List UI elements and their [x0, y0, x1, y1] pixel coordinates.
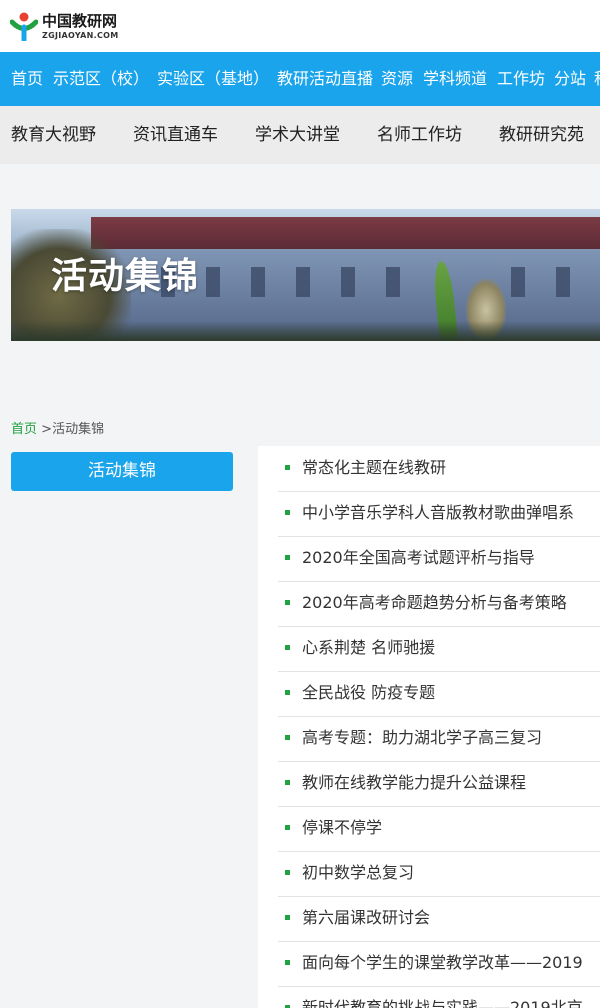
banner-title: 活动集锦: [51, 256, 200, 297]
list-item[interactable]: 全民战役 防疫专题: [278, 671, 600, 717]
banner-window: [341, 267, 355, 297]
list-item-title: 常态化主题在线教研: [302, 458, 447, 477]
sidebar-item-activities[interactable]: 活动集锦: [11, 452, 233, 491]
logo-title: 中国教研网: [42, 12, 118, 30]
list-item[interactable]: 2020年高考命题趋势分析与备考策略: [278, 581, 600, 627]
breadcrumb-home-link[interactable]: 首页: [11, 422, 37, 437]
banner-window: [386, 267, 400, 297]
site-header: 中国教研网 ZGJIAOYAN.COM: [0, 0, 600, 52]
list-item-title: 停课不停学: [302, 818, 383, 837]
bullet-icon: [285, 735, 290, 740]
list-item[interactable]: 高考专题：助力湖北学子高三复习: [278, 716, 600, 762]
list-item[interactable]: 教师在线教学能力提升公益课程: [278, 761, 600, 807]
nav-item-pilot-areas[interactable]: 实验区（基地）: [157, 52, 269, 106]
list-item[interactable]: 常态化主题在线教研: [278, 446, 600, 492]
list-item-title: 2020年高考命题趋势分析与备考策略: [302, 593, 567, 612]
sub-nav-item-research[interactable]: 教研研究苑: [499, 106, 584, 164]
list-item[interactable]: 2020年全国高考试题评析与指导: [278, 536, 600, 582]
list-item-title: 面向每个学生的课堂教学改革——2019: [302, 953, 583, 972]
bullet-icon: [285, 555, 290, 560]
sub-nav-item-lectures[interactable]: 学术大讲堂: [255, 106, 340, 164]
sub-nav: 教育大视野 资讯直通车 学术大讲堂 名师工作坊 教研研究苑: [0, 106, 600, 164]
bullet-icon: [285, 465, 290, 470]
list-item[interactable]: 面向每个学生的课堂教学改革——2019: [278, 941, 600, 987]
list-item-title: 高考专题：助力湖北学子高三复习: [302, 728, 543, 747]
logo-subtitle: ZGJIAOYAN.COM: [42, 31, 119, 40]
banner-window: [206, 267, 220, 297]
nav-item-resources[interactable]: 资源: [381, 52, 413, 106]
list-item-title: 2020年全国高考试题评析与指导: [302, 548, 535, 567]
main-nav: 首页 示范区（校） 实验区（基地） 教研活动直播 资源 学科频道 工作坊 分站 …: [0, 52, 600, 106]
list-item-title: 教师在线教学能力提升公益课程: [302, 773, 527, 792]
list-item-title: 心系荆楚 名师驰援: [302, 638, 436, 657]
banner-ground: [11, 321, 600, 341]
list-item-title: 第六届课改研讨会: [302, 908, 431, 927]
list-item[interactable]: 停课不停学: [278, 806, 600, 852]
nav-item-workshops[interactable]: 工作坊: [497, 52, 545, 106]
list-item-title: 中小学音乐学科人音版教材歌曲弹唱系: [302, 503, 575, 522]
site-logo[interactable]: 中国教研网 ZGJIAOYAN.COM: [10, 9, 140, 45]
nav-item-more[interactable]: 科: [594, 52, 600, 106]
list-item[interactable]: 中小学音乐学科人音版教材歌曲弹唱系: [278, 491, 600, 537]
breadcrumb-separator: >: [41, 422, 53, 437]
banner-window: [296, 267, 310, 297]
list-item-title: 全民战役 防疫专题: [302, 683, 436, 702]
bullet-icon: [285, 600, 290, 605]
nav-item-live[interactable]: 教研活动直播: [277, 52, 373, 106]
sub-nav-item-teacher-workshop[interactable]: 名师工作坊: [377, 106, 462, 164]
sub-nav-item-news[interactable]: 资讯直通车: [133, 106, 218, 164]
nav-item-branches[interactable]: 分站: [554, 52, 586, 106]
breadcrumb-current: 活动集锦: [52, 422, 105, 437]
bullet-icon: [285, 960, 290, 965]
list-item[interactable]: 第六届课改研讨会: [278, 896, 600, 942]
banner-window: [251, 267, 265, 297]
activity-list: 常态化主题在线教研 中小学音乐学科人音版教材歌曲弹唱系 2020年全国高考试题评…: [258, 446, 600, 1008]
bullet-icon: [285, 645, 290, 650]
bullet-icon: [285, 510, 290, 515]
list-item[interactable]: 新时代教育的挑战与实践——2019北京: [278, 986, 600, 1008]
page-banner: 活动集锦: [11, 209, 600, 341]
nav-item-home[interactable]: 首页: [11, 52, 43, 106]
bullet-icon: [285, 915, 290, 920]
nav-item-demo-schools[interactable]: 示范区（校）: [53, 52, 149, 106]
breadcrumb: 首页 >活动集锦: [11, 418, 104, 437]
list-item[interactable]: 初中数学总复习: [278, 851, 600, 897]
list-item-title: 初中数学总复习: [302, 863, 415, 882]
banner-window: [511, 267, 525, 297]
nav-item-subjects[interactable]: 学科频道: [423, 52, 487, 106]
banner-window: [556, 267, 570, 297]
bullet-icon: [285, 870, 290, 875]
person-logo-icon: [10, 12, 38, 41]
list-item-title: 新时代教育的挑战与实践——2019北京: [302, 998, 583, 1008]
list-item[interactable]: 心系荆楚 名师驰援: [278, 626, 600, 672]
bullet-icon: [285, 825, 290, 830]
bullet-icon: [285, 690, 290, 695]
banner-building-roof: [91, 217, 600, 251]
sub-nav-item-vision[interactable]: 教育大视野: [11, 106, 96, 164]
bullet-icon: [285, 780, 290, 785]
